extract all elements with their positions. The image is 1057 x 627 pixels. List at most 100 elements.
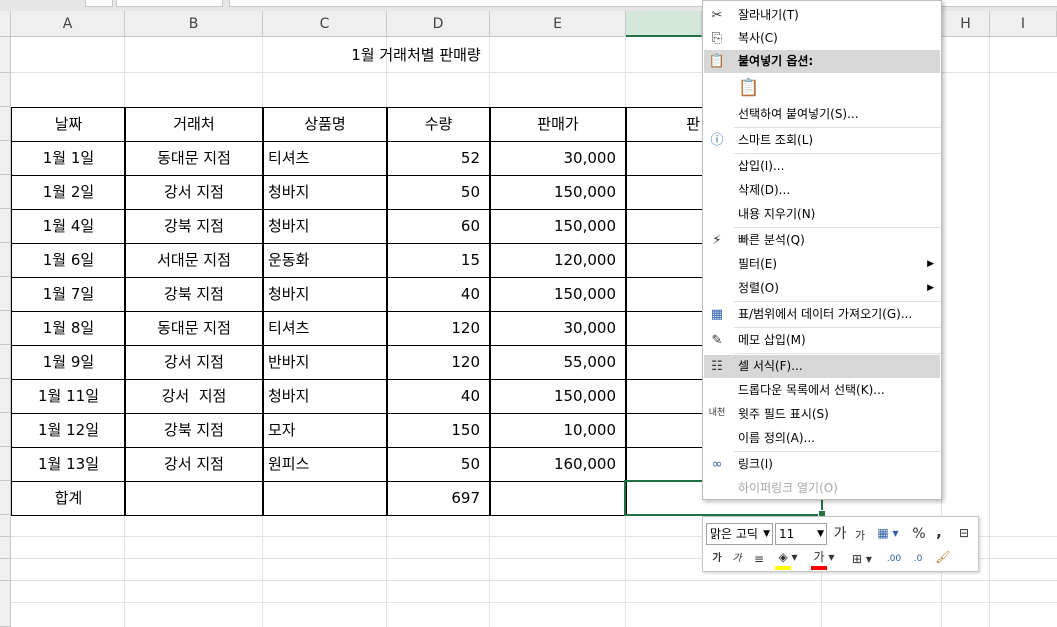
- menu-define-name[interactable]: 이름 정의(A)...: [704, 427, 940, 450]
- accounting-format-button[interactable]: ▦ ▾: [873, 524, 903, 542]
- price-cell[interactable]: 10,000: [489, 413, 627, 448]
- menu-show-phonetic-field[interactable]: 내천 윗주 필드 표시(S): [704, 403, 940, 426]
- menu-clear-contents[interactable]: 내용 지우기(N): [704, 203, 940, 226]
- price-cell[interactable]: 150,000: [489, 379, 627, 414]
- menu-get-data-from-table[interactable]: ▦ 표/범위에서 데이터 가져오기(G)...: [704, 303, 940, 326]
- menu-cut[interactable]: ✂ 잘라내기(T): [704, 4, 940, 27]
- product-cell[interactable]: 원피스: [262, 447, 388, 482]
- product-cell[interactable]: 모자: [262, 413, 388, 448]
- row-header[interactable]: [0, 311, 11, 345]
- amount-cell[interactable]: [625, 141, 703, 176]
- bold-button[interactable]: 가: [711, 550, 723, 568]
- product-cell[interactable]: 청바지: [262, 379, 388, 414]
- row-header[interactable]: [0, 277, 11, 311]
- product-cell[interactable]: 청바지: [262, 277, 388, 312]
- row-header[interactable]: [0, 379, 11, 413]
- client-cell[interactable]: 동대문 지점: [124, 311, 264, 346]
- row-header[interactable]: [0, 141, 11, 175]
- product-cell[interactable]: 청바지: [262, 175, 388, 210]
- header-cell[interactable]: 수량: [386, 107, 491, 142]
- price-cell[interactable]: 55,000: [489, 345, 627, 380]
- qty-cell[interactable]: 150: [386, 413, 491, 448]
- menu-insert[interactable]: 삽입(I)...: [704, 155, 940, 178]
- amount-cell[interactable]: [625, 345, 703, 380]
- row-header[interactable]: [0, 559, 11, 581]
- client-cell[interactable]: 동대문 지점: [124, 141, 264, 176]
- menu-copy[interactable]: ⎘ 복사(C): [704, 27, 940, 50]
- date-cell[interactable]: 1월 6일: [11, 243, 126, 278]
- client-cell[interactable]: 강서 지점: [124, 345, 264, 380]
- column-header-f[interactable]: [626, 11, 702, 37]
- align-center-icon[interactable]: ≡: [751, 550, 767, 568]
- client-cell[interactable]: 강북 지점: [124, 413, 264, 448]
- date-cell[interactable]: 1월 11일: [11, 379, 126, 414]
- fill-color-button[interactable]: ◈ ▾: [773, 548, 803, 570]
- price-cell[interactable]: 150,000: [489, 209, 627, 244]
- row-header[interactable]: [0, 209, 11, 243]
- column-header-a[interactable]: A: [11, 11, 125, 37]
- client-cell[interactable]: 서대문 지점: [124, 243, 264, 278]
- client-cell[interactable]: 강서 지점: [124, 447, 264, 482]
- italic-button[interactable]: 가: [731, 550, 743, 568]
- row-header[interactable]: [0, 243, 11, 277]
- header-cell[interactable]: 거래처: [124, 107, 264, 142]
- column-header-h[interactable]: H: [942, 11, 990, 37]
- menu-insert-comment[interactable]: ✎ 메모 삽입(M): [704, 329, 940, 352]
- menu-format-cells[interactable]: ☷ 셀 서식(F)...: [704, 355, 940, 378]
- product-cell[interactable]: 티셔츠: [262, 141, 388, 176]
- date-cell[interactable]: 1월 1일: [11, 141, 126, 176]
- row-header[interactable]: [0, 175, 11, 209]
- menu-paste-button[interactable]: 📋: [704, 75, 940, 103]
- amount-cell[interactable]: [625, 379, 703, 414]
- menu-link[interactable]: ∞ 링크(I): [704, 453, 940, 476]
- date-cell[interactable]: 1월 8일: [11, 311, 126, 346]
- column-header-i[interactable]: I: [990, 11, 1057, 37]
- qty-cell[interactable]: 50: [386, 447, 491, 482]
- header-cell[interactable]: 판매가: [489, 107, 627, 142]
- qty-cell[interactable]: 50: [386, 175, 491, 210]
- amount-cell[interactable]: [625, 243, 703, 278]
- price-cell[interactable]: 30,000: [489, 311, 627, 346]
- menu-paste-special[interactable]: 선택하여 붙여넣기(S)...: [704, 103, 940, 126]
- price-cell[interactable]: 160,000: [489, 447, 627, 482]
- amount-cell[interactable]: [625, 277, 703, 312]
- price-cell[interactable]: 30,000: [489, 141, 627, 176]
- sheet-title[interactable]: 1월 거래처별 판매량: [11, 37, 821, 73]
- column-header-d[interactable]: D: [387, 11, 490, 37]
- select-all-corner[interactable]: [0, 11, 11, 37]
- row-header[interactable]: [0, 515, 11, 537]
- shrink-font-button[interactable]: 가: [853, 527, 867, 545]
- date-cell[interactable]: 1월 13일: [11, 447, 126, 482]
- qty-cell[interactable]: 120: [386, 311, 491, 346]
- price-cell[interactable]: 120,000: [489, 243, 627, 278]
- price-cell[interactable]: 150,000: [489, 175, 627, 210]
- menu-delete[interactable]: 삭제(D)...: [704, 179, 940, 202]
- row-header[interactable]: [0, 345, 11, 379]
- qty-cell[interactable]: 15: [386, 243, 491, 278]
- format-painter-icon[interactable]: 🖌: [933, 548, 953, 566]
- font-color-button[interactable]: 가 ▾: [809, 548, 839, 570]
- row-header[interactable]: [0, 73, 11, 107]
- row-header[interactable]: [0, 481, 11, 515]
- price-cell[interactable]: 150,000: [489, 277, 627, 312]
- date-cell[interactable]: 1월 7일: [11, 277, 126, 312]
- menu-pick-from-dropdown[interactable]: 드롭다운 목록에서 선택(K)...: [704, 379, 940, 402]
- product-cell[interactable]: 반바지: [262, 345, 388, 380]
- date-cell[interactable]: 1월 4일: [11, 209, 126, 244]
- amount-cell[interactable]: [625, 209, 703, 244]
- borders-button[interactable]: ⊞ ▾: [847, 550, 877, 568]
- row-header[interactable]: [0, 537, 11, 559]
- amount-cell[interactable]: [625, 175, 703, 210]
- product-cell[interactable]: 티셔츠: [262, 311, 388, 346]
- row-header[interactable]: [0, 107, 11, 141]
- total-label-cell[interactable]: 합계: [11, 481, 126, 516]
- header-cell[interactable]: 날짜: [11, 107, 126, 142]
- product-cell[interactable]: 운동화: [262, 243, 388, 278]
- font-name-select[interactable]: 맑은 고딕 ▼: [706, 523, 773, 545]
- empty-cell[interactable]: [489, 481, 627, 516]
- menu-filter[interactable]: 필터(E) ▶: [704, 253, 940, 276]
- amount-cell[interactable]: [625, 311, 703, 346]
- font-size-select[interactable]: 11 ▼: [775, 523, 827, 545]
- empty-cell[interactable]: [262, 481, 388, 516]
- menu-smart-lookup[interactable]: ⓘ 스마트 조회(L): [704, 129, 940, 152]
